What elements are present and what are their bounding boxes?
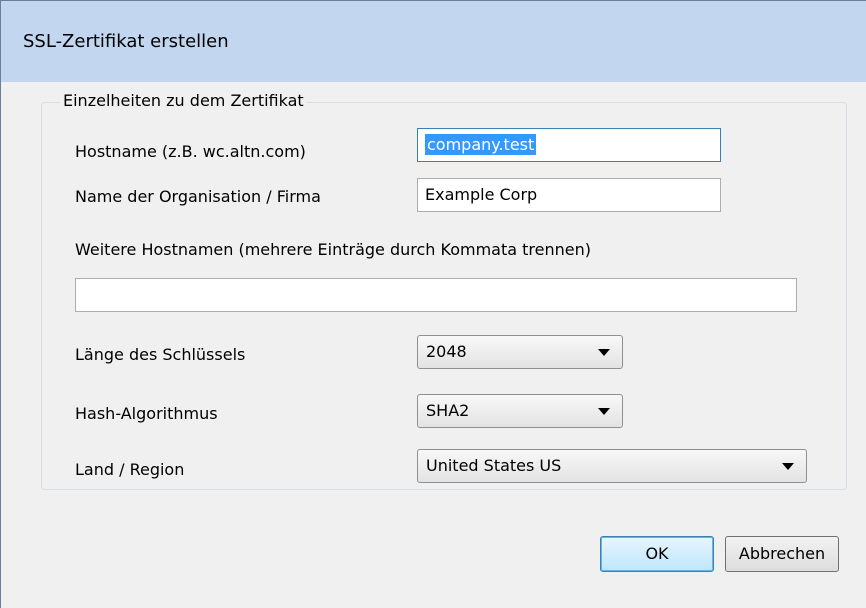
key-length-select[interactable]: 2048 (417, 335, 623, 369)
key-length-value: 2048 (426, 342, 467, 361)
chevron-down-icon (598, 349, 610, 356)
country-label: Land / Region (75, 460, 185, 479)
ok-button[interactable]: OK (600, 536, 714, 572)
title-bar[interactable]: SSL-Zertifikat erstellen (0, 0, 866, 82)
hash-algorithm-select[interactable]: SHA2 (417, 394, 623, 428)
country-select[interactable]: United States US (417, 449, 807, 483)
cancel-button[interactable]: Abbrechen (725, 536, 839, 572)
hostname-input[interactable]: company.test (417, 128, 721, 162)
organisation-value: Example Corp (425, 185, 538, 204)
organisation-label: Name der Organisation / Firma (75, 187, 321, 206)
key-length-label: Länge des Schlüssels (75, 345, 246, 364)
alt-hostnames-label: Weitere Hostnamen (mehrere Einträge durc… (75, 240, 591, 259)
group-legend: Einzelheiten zu dem Zertifikat (60, 91, 307, 110)
hash-algorithm-value: SHA2 (426, 401, 470, 420)
chevron-down-icon (782, 463, 794, 470)
hostname-label: Hostname (z.B. wc.altn.com) (75, 142, 306, 161)
chevron-down-icon (598, 408, 610, 415)
country-value: United States US (426, 456, 562, 475)
window-title: SSL-Zertifikat erstellen (23, 31, 229, 52)
hostname-value: company.test (425, 134, 537, 155)
hash-algorithm-label: Hash-Algorithmus (75, 404, 218, 423)
alt-hostnames-input[interactable] (75, 278, 797, 312)
organisation-input[interactable]: Example Corp (417, 178, 721, 212)
dialog-body: Einzelheiten zu dem Zertifikat Hostname … (0, 82, 866, 608)
